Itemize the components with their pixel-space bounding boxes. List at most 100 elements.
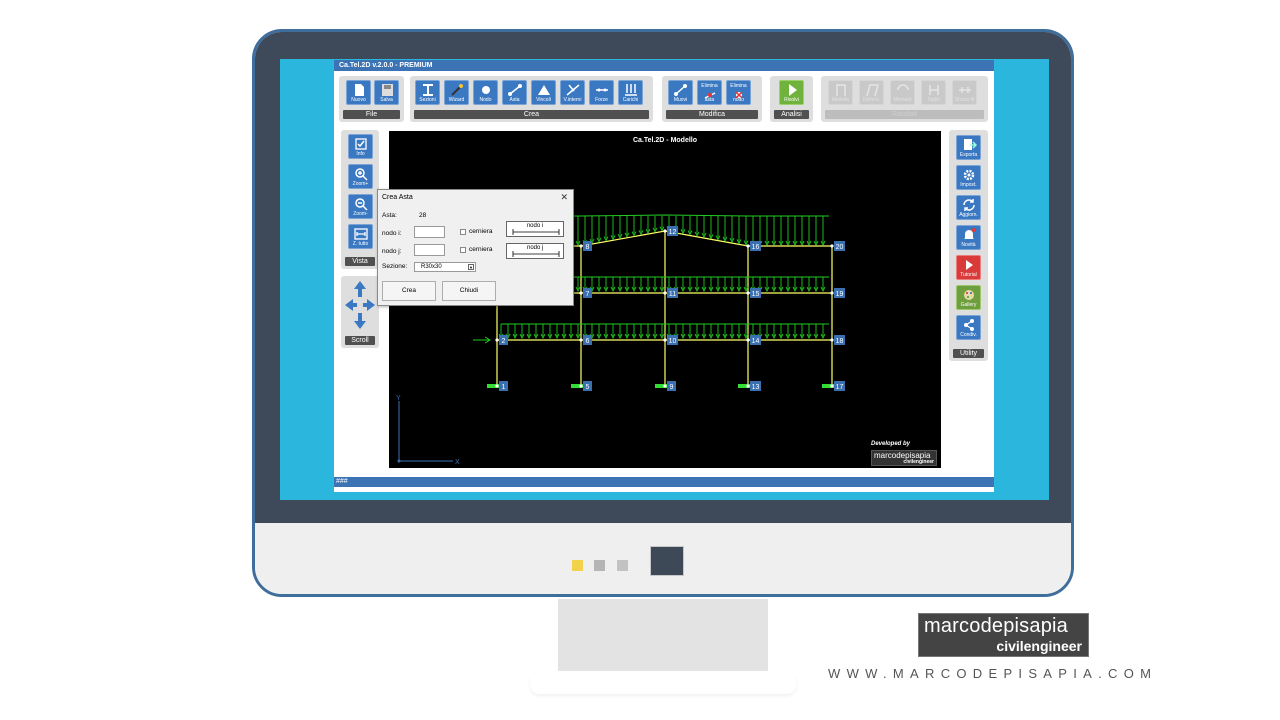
close-icon[interactable]: ✕	[560, 192, 568, 203]
save-button-label: Salva	[380, 97, 393, 103]
save-icon	[382, 84, 393, 96]
forces-button[interactable]: Forze	[589, 80, 614, 105]
wizard-button[interactable]: Wizard	[444, 80, 469, 105]
zoom-in-button[interactable]: Zoom+	[348, 164, 373, 189]
info-label: Info	[356, 151, 365, 157]
ribbon-group-analisi: Risolvi Analisi	[770, 76, 813, 122]
tutorial-button[interactable]: Tutorial	[956, 255, 981, 280]
new-button[interactable]: Nuovo	[346, 80, 371, 105]
app-title: Ca.Tel.2D v.2.0.0 - PREMIUM	[334, 60, 994, 71]
share-icon	[964, 319, 974, 331]
wizard-label: Wizard	[448, 97, 465, 103]
loads-icon	[625, 84, 637, 96]
sidebar-group-vista: Info Zoom+ Zoom- Z. tutto Vista	[341, 130, 379, 269]
cerniera-i-checkbox[interactable]	[460, 229, 466, 235]
sezione-select[interactable]: R30x30 ▼	[414, 262, 476, 272]
monitor-stand-neck	[558, 599, 768, 671]
sidebar-group-scroll: Scroll	[341, 276, 379, 348]
beam-preview-icon	[512, 229, 560, 235]
internal-constraints-button[interactable]: V.interni	[560, 80, 585, 105]
crea-button[interactable]: Crea	[382, 281, 436, 301]
news-button[interactable]: Novità	[956, 225, 981, 250]
sezione-value: R30x30	[421, 264, 442, 270]
save-button[interactable]: Salva	[374, 80, 399, 105]
zoom-out-icon	[355, 198, 368, 211]
node-point	[495, 384, 499, 388]
nodo-i-hinge-preview: nodo i	[506, 221, 564, 237]
y-axis-label: Y	[396, 395, 401, 402]
zoom-all-button[interactable]: Z. tutto	[348, 224, 373, 249]
new-button-label: Nuovo	[351, 97, 366, 103]
results-deform-label: Deform.	[862, 97, 881, 103]
deformation-icon	[866, 84, 879, 97]
node-label: 14	[752, 338, 760, 345]
constraint-icon	[538, 85, 550, 95]
info-button[interactable]: Info	[348, 134, 373, 159]
settings-button[interactable]: Impost.	[956, 165, 981, 190]
node-point	[579, 384, 583, 388]
sections-button[interactable]: Sezioni	[415, 80, 440, 105]
node-point	[495, 338, 499, 342]
sections-label: Sezioni	[419, 97, 436, 103]
monitor-chin	[255, 523, 1071, 594]
beam-preview-icon	[512, 251, 560, 257]
brand-logo: marcodepisapia civilengineer	[918, 613, 1089, 657]
force-icon	[596, 88, 608, 92]
scroll-arrows-icon[interactable]	[343, 279, 377, 331]
constraints-button[interactable]: Vincoli	[531, 80, 556, 105]
chiudi-button[interactable]: Chiudi	[442, 281, 496, 301]
node-point	[746, 384, 750, 388]
solve-label: Risolvi	[784, 97, 799, 103]
forces-label: Forze	[595, 97, 608, 103]
nodo-i-input[interactable]	[414, 226, 445, 238]
delete-node-button[interactable]: Elimina nodo	[726, 80, 751, 105]
move-label: Muovi	[673, 97, 688, 103]
grey-square-icon	[594, 560, 605, 571]
update-button[interactable]: Aggiorn.	[956, 195, 981, 220]
crea-asta-dialog: Crea Asta ✕ Asta: 28 nodo i: cerniera no…	[377, 189, 574, 306]
results-moment-button: Moment	[890, 80, 915, 105]
news-label: Novità	[961, 242, 976, 248]
share-button[interactable]: Condiv.	[956, 315, 981, 340]
group-caption-analisi: Analisi	[774, 110, 809, 119]
delete-beam-button[interactable]: Elimina asta	[697, 80, 722, 105]
beam-button[interactable]: Asta	[502, 80, 527, 105]
refresh-icon	[963, 199, 975, 211]
node-point	[579, 338, 583, 342]
group-caption-scroll: Scroll	[345, 336, 375, 345]
axial-force-icon	[959, 87, 971, 93]
moment-icon	[897, 84, 909, 91]
website-url: WWW.MARCODEPISAPIA.COM	[828, 666, 1158, 681]
new-file-icon	[355, 84, 364, 96]
solve-button[interactable]: Risolvi	[779, 80, 804, 105]
node-label: 1	[502, 384, 506, 391]
move-button[interactable]: Muovi	[668, 80, 693, 105]
cerniera-j-checkbox[interactable]	[460, 247, 466, 253]
loads-button[interactable]: Carichi	[618, 80, 643, 105]
zoom-out-button[interactable]: Zoom-	[348, 194, 373, 219]
chevron-down-icon[interactable]: ▼	[468, 264, 474, 270]
gallery-button[interactable]: Gallery	[956, 285, 981, 310]
node-button[interactable]: Nodo	[473, 80, 498, 105]
node-label: 19	[836, 291, 844, 298]
section-icon	[423, 84, 433, 96]
grey-square-icon	[617, 560, 628, 571]
node-point	[663, 229, 667, 233]
node-label: 6	[586, 338, 590, 345]
dialog-title: Crea Asta	[382, 194, 413, 201]
node-point	[746, 338, 750, 342]
results-model-label: Modello	[831, 97, 850, 103]
brand-name: marcodepisapia	[924, 615, 1068, 637]
developer-logo: marcodepisapia civilengineer	[871, 450, 937, 466]
developer-logo-sub: civilengineer	[903, 459, 934, 465]
results-deform-button: Deform.	[859, 80, 884, 105]
nodo-j-input[interactable]	[414, 244, 445, 256]
nodo-i-label: nodo i:	[382, 230, 402, 237]
node-point	[663, 291, 667, 295]
canvas-title: Ca.Tel.2D - Modello	[632, 137, 698, 144]
ribbon-group-risultati: Modello Deform. Moment Taglio Sforzo N R…	[821, 76, 988, 122]
export-label: Esporta	[959, 152, 978, 158]
export-button[interactable]: Esporta	[956, 135, 981, 160]
group-caption-utility: Utility	[953, 349, 984, 358]
tutorial-label: Tutorial	[960, 272, 977, 278]
